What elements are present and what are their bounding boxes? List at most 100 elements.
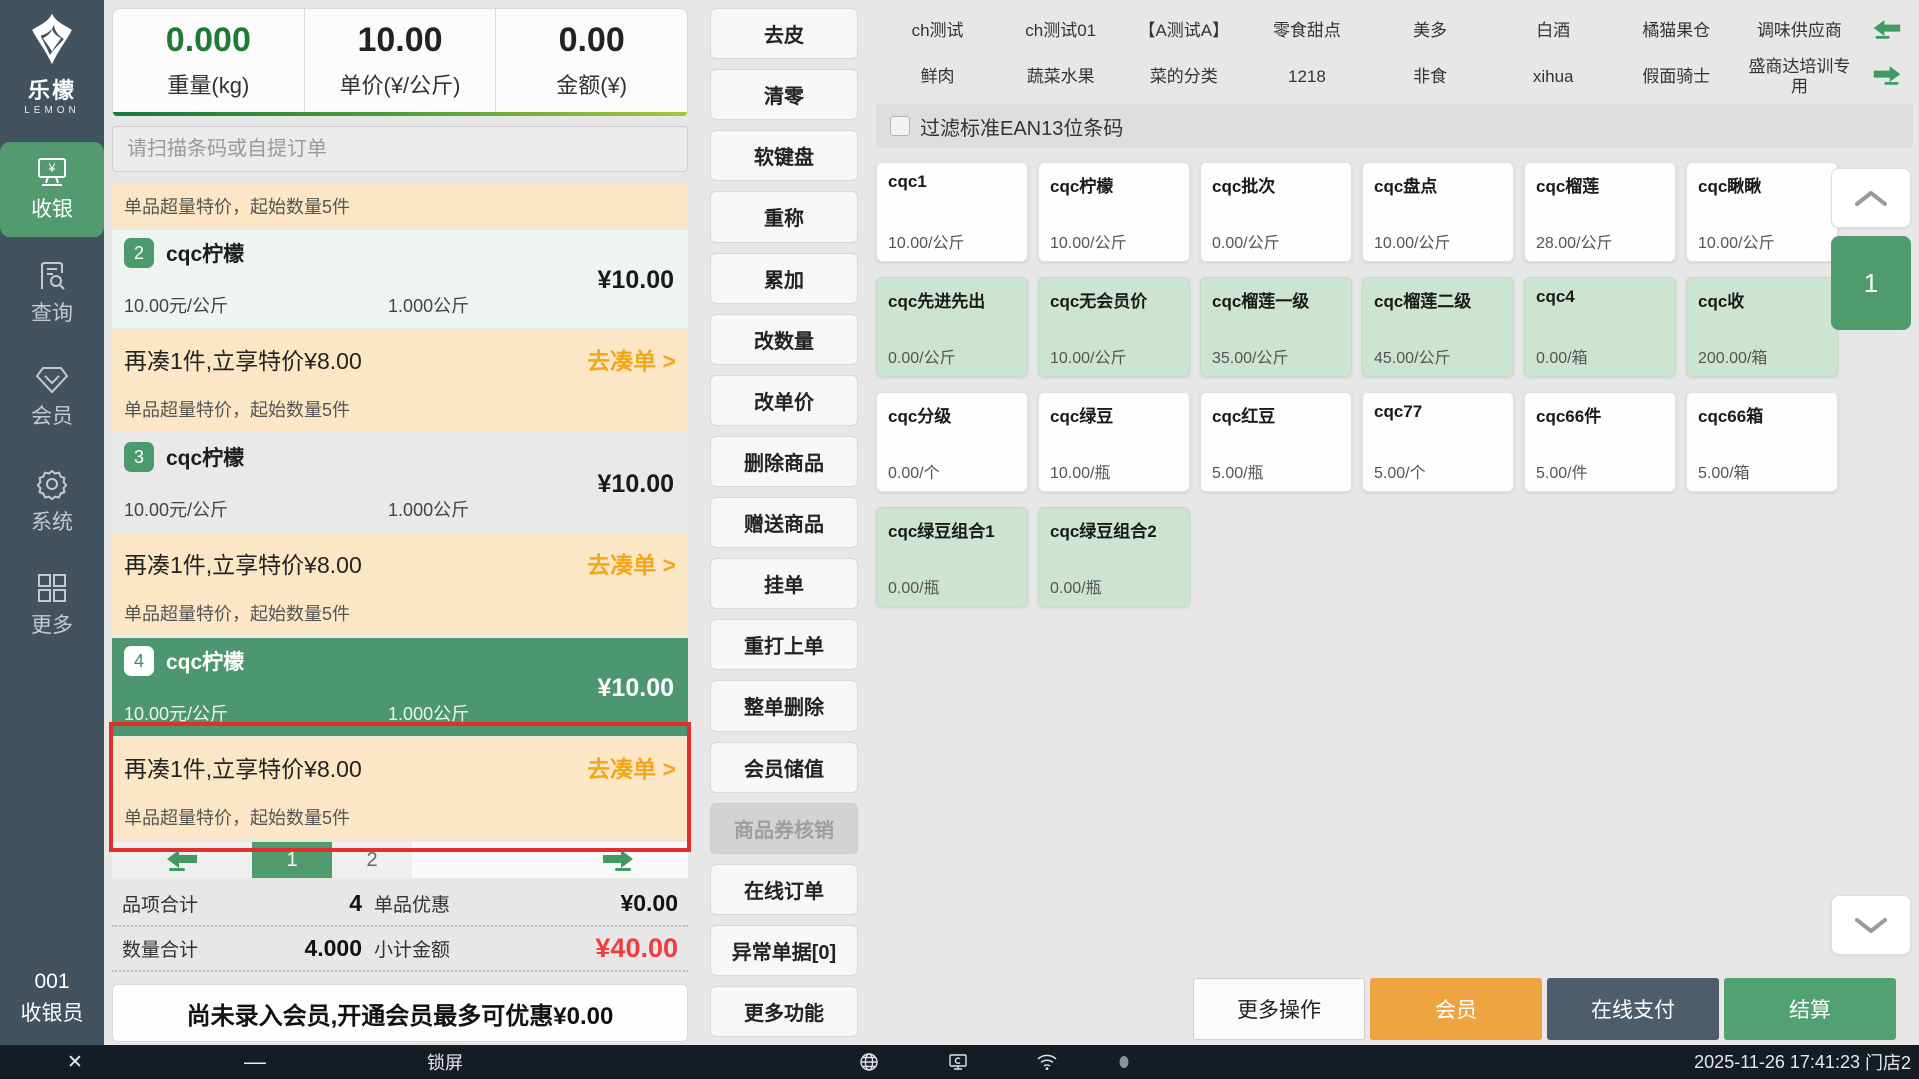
fn-tare-button[interactable]: 去皮	[710, 8, 858, 60]
lemon-logo-icon	[32, 13, 72, 65]
product-card[interactable]: cqc77 5.00/个	[1362, 392, 1514, 492]
scroll-up-button[interactable]	[1831, 168, 1911, 228]
sidebar-item-cashier[interactable]: ¥ 收银	[0, 142, 104, 237]
sidebar-item-system[interactable]: 系统	[0, 454, 104, 549]
lock-screen-button[interactable]: 锁屏	[415, 1045, 475, 1079]
product-card[interactable]: cqc绿豆 10.00/瓶	[1038, 392, 1190, 492]
category-tab[interactable]: ch测试01	[999, 8, 1122, 54]
fn-clear-button[interactable]: 清零	[710, 69, 858, 121]
wifi-icon[interactable]	[1033, 1045, 1061, 1079]
product-card[interactable]: cqc收 200.00/箱	[1686, 277, 1838, 377]
brand-name: 乐檬	[27, 78, 76, 103]
scale-weight: 0.000 重量(kg)	[113, 9, 304, 112]
items-total-value: 4	[349, 890, 362, 916]
category-tab[interactable]: 假面骑士	[1615, 54, 1738, 100]
product-card[interactable]: cqc分级 0.00/个	[876, 392, 1028, 492]
category-tab[interactable]: 1218	[1245, 54, 1368, 100]
category-tab[interactable]: 零食甜点	[1245, 8, 1368, 54]
category-tab[interactable]: 鲜肉	[876, 54, 999, 100]
product-card[interactable]: cqc榴莲二级 45.00/公斤	[1362, 277, 1514, 377]
fn-gift-item-button[interactable]: 赠送商品	[710, 497, 858, 549]
product-card[interactable]: cqc瞅瞅 10.00/公斤	[1686, 162, 1838, 262]
category-next-button[interactable]	[1872, 64, 1902, 91]
minimize-icon[interactable]: —	[240, 1045, 270, 1079]
product-card[interactable]: cqc绿豆组合2 0.00/瓶	[1038, 507, 1190, 607]
fn-reprint-button[interactable]: 重打上单	[710, 619, 858, 671]
member-button[interactable]: 会员	[1370, 978, 1542, 1040]
category-tab[interactable]: 白酒	[1492, 8, 1615, 54]
category-tab[interactable]: 橘猫果仓	[1615, 8, 1738, 54]
category-tab[interactable]: 非食	[1369, 54, 1492, 100]
close-icon[interactable]: ✕	[60, 1045, 90, 1079]
cart-panel: 0.000 重量(kg) 10.00 单价(¥/公斤) 0.00 金额(¥) 单…	[104, 0, 700, 1045]
product-card[interactable]: cqc柠檬 10.00/公斤	[1038, 162, 1190, 262]
product-card[interactable]: cqc榴莲一级 35.00/公斤	[1200, 277, 1352, 377]
fn-accumulate-button[interactable]: 累加	[710, 252, 858, 304]
product-name: cqc榴莲一级	[1212, 292, 1310, 311]
scroll-down-button[interactable]	[1831, 895, 1911, 955]
product-name: cqc批次	[1212, 177, 1276, 196]
go-bundle-link[interactable]: 去凑单 >	[587, 750, 676, 784]
cart-item-4-selected[interactable]: 4 cqc柠檬 ¥10.00 10.00元/公斤 1.000公斤	[112, 638, 688, 736]
fn-change-price-button[interactable]: 改单价	[710, 374, 858, 426]
product-card[interactable]: cqc1 10.00/公斤	[876, 162, 1028, 262]
category-tab[interactable]: xihua	[1492, 54, 1615, 100]
category-tab[interactable]: 【A测试A】	[1122, 8, 1245, 54]
cart-page-2-tab[interactable]: 2	[332, 842, 412, 878]
product-card[interactable]: cqc无会员价 10.00/公斤	[1038, 277, 1190, 377]
sidebar-item-query[interactable]: 查询	[0, 246, 104, 341]
category-prev-button[interactable]	[1872, 18, 1902, 45]
fn-change-qty-button[interactable]: 改数量	[710, 313, 858, 365]
go-bundle-link[interactable]: 去凑单 >	[587, 546, 676, 580]
category-tab[interactable]: 蔬菜水果	[999, 54, 1122, 100]
ean-filter-checkbox[interactable]	[890, 116, 910, 136]
product-card[interactable]: cqc4 0.00/箱	[1524, 277, 1676, 377]
category-tab[interactable]: ch测试	[876, 8, 999, 54]
product-card[interactable]: cqc66箱 5.00/箱	[1686, 392, 1838, 492]
product-card[interactable]: cqc66件 5.00/件	[1524, 392, 1676, 492]
product-card[interactable]: cqc红豆 5.00/瓶	[1200, 392, 1352, 492]
fn-more-functions-button[interactable]: 更多功能	[710, 986, 858, 1038]
cart-item-3[interactable]: 3 cqc柠檬 ¥10.00 10.00元/公斤 1.000公斤	[112, 434, 688, 532]
product-price: 0.00/瓶	[1050, 580, 1102, 597]
product-name: cqc先进先出	[888, 292, 986, 311]
cart-page-1-tab[interactable]: 1	[252, 842, 332, 878]
fn-reweigh-button[interactable]: 重称	[710, 191, 858, 243]
fn-hold-order-button[interactable]: 挂单	[710, 558, 858, 610]
cart-prev-page-button[interactable]	[112, 842, 252, 878]
product-card[interactable]: cqc批次 0.00/公斤	[1200, 162, 1352, 262]
fn-abnormal-orders-button[interactable]: 异常单据[0]	[710, 924, 858, 976]
fn-delete-item-button[interactable]: 删除商品	[710, 435, 858, 487]
settle-button[interactable]: 结算	[1724, 978, 1896, 1040]
fn-void-order-button[interactable]: 整单删除	[710, 680, 858, 732]
cart-item-2[interactable]: 2 cqc柠檬 ¥10.00 10.00元/公斤 1.000公斤	[112, 230, 688, 328]
cart-next-page-button[interactable]	[548, 842, 688, 878]
sidebar-item-member[interactable]: 会员	[0, 350, 104, 445]
network-globe-icon[interactable]	[855, 1045, 883, 1079]
fn-soft-keyboard-button[interactable]: 软键盘	[710, 130, 858, 182]
sidebar-item-more[interactable]: 更多	[0, 558, 104, 653]
status-dot-icon[interactable]	[1110, 1045, 1138, 1079]
category-tab[interactable]: 调味供应商	[1738, 8, 1861, 54]
category-scroll-arrows	[1861, 8, 1913, 100]
category-tab[interactable]: 美多	[1369, 8, 1492, 54]
product-price: 10.00/公斤	[1050, 350, 1127, 367]
barcode-search-input[interactable]	[112, 126, 688, 172]
go-bundle-link[interactable]: 去凑单 >	[587, 342, 676, 376]
member-notice[interactable]: 尚未录入会员,开通会员最多可优惠¥0.00	[112, 984, 688, 1042]
display-icon[interactable]	[944, 1045, 972, 1079]
more-operations-button[interactable]: 更多操作	[1193, 978, 1365, 1040]
product-card[interactable]: cqc榴莲 28.00/公斤	[1524, 162, 1676, 262]
product-page-indicator[interactable]: 1	[1831, 236, 1911, 330]
online-pay-button[interactable]: 在线支付	[1547, 978, 1719, 1040]
category-tab[interactable]: 菜的分类	[1122, 54, 1245, 100]
grid-icon	[38, 573, 66, 602]
category-tab[interactable]: 盛商达培训专用	[1738, 54, 1861, 100]
product-card[interactable]: cqc先进先出 0.00/公斤	[876, 277, 1028, 377]
product-card[interactable]: cqc盘点 10.00/公斤	[1362, 162, 1514, 262]
fn-member-recharge-button[interactable]: 会员储值	[710, 741, 858, 793]
product-card[interactable]: cqc绿豆组合1 0.00/瓶	[876, 507, 1028, 607]
product-price: 10.00/公斤	[1050, 235, 1127, 252]
fn-online-order-button[interactable]: 在线订单	[710, 863, 858, 915]
product-price: 10.00/公斤	[888, 235, 965, 252]
